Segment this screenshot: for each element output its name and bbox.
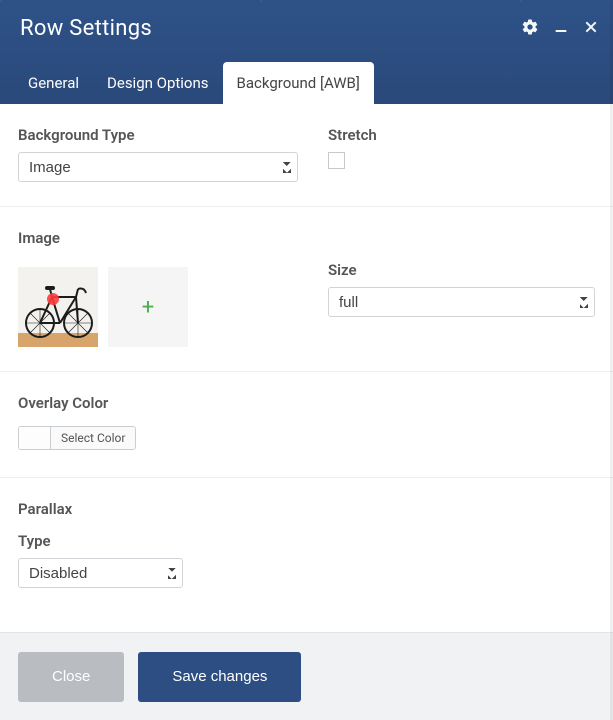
minimize-icon[interactable] — [553, 18, 569, 36]
parallax-type-select[interactable]: Disabled — [18, 558, 183, 588]
gear-icon[interactable] — [521, 18, 539, 36]
save-button[interactable]: Save changes — [138, 652, 301, 702]
stretch-label: Stretch — [328, 126, 595, 144]
size-label: Size — [328, 261, 595, 279]
section-parallax: Parallax Type Disabled — [0, 478, 613, 618]
parallax-type-label: Type — [18, 532, 595, 550]
modal-header: Row Settings General Design Options Back… — [0, 0, 613, 104]
close-button[interactable]: Close — [18, 652, 124, 702]
tab-design-options[interactable]: Design Options — [93, 62, 223, 104]
image-heading: Image — [18, 229, 595, 247]
modal-body: Background Type Image Stretch Image — [0, 104, 613, 632]
overlay-heading: Overlay Color — [18, 394, 595, 412]
section-overlay: Overlay Color Select Color — [0, 372, 613, 478]
select-color-label: Select Color — [51, 427, 135, 449]
tab-background-awb[interactable]: Background [AWB] — [223, 62, 374, 104]
parallax-heading: Parallax — [18, 500, 595, 518]
size-select[interactable]: full — [328, 287, 595, 317]
bg-type-label: Background Type — [18, 126, 298, 144]
bg-type-select[interactable]: Image — [18, 152, 298, 182]
color-swatch — [19, 427, 51, 449]
add-image-button[interactable]: + — [108, 267, 188, 347]
stretch-checkbox[interactable] — [328, 152, 345, 169]
bicycle-icon — [18, 267, 98, 347]
modal-footer: Close Save changes — [0, 632, 613, 720]
plus-icon: + — [142, 295, 154, 320]
image-thumbnail[interactable] — [18, 267, 98, 347]
section-background-type: Background Type Image Stretch — [0, 104, 613, 207]
close-icon[interactable] — [583, 19, 599, 35]
tab-bar: General Design Options Background [AWB] — [0, 62, 374, 104]
tab-general[interactable]: General — [14, 62, 93, 104]
section-image: Image — [0, 207, 613, 372]
overlay-color-picker[interactable]: Select Color — [18, 426, 136, 450]
